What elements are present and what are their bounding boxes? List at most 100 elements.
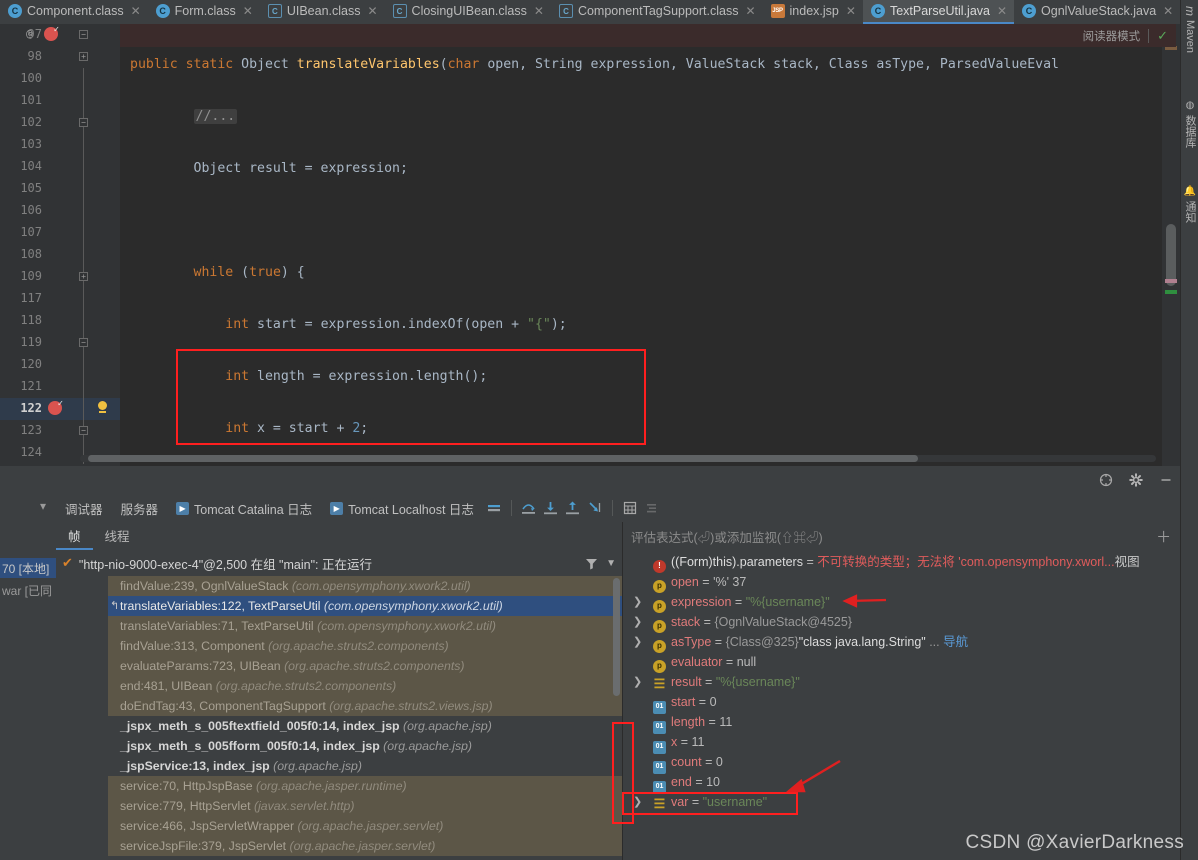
stack-frame[interactable]: service:466, JspServletWrapper (org.apac… (108, 816, 670, 836)
run-to-cursor-icon[interactable] (584, 497, 606, 519)
stack-frame[interactable]: service:70, HttpJspBase (org.apache.jasp… (108, 776, 670, 796)
variable-row-open[interactable]: p open = '%' 37 (623, 572, 1198, 593)
stack-frame[interactable]: end:481, UIBean (org.apache.struts2.comp… (108, 676, 670, 696)
variables-list[interactable]: ! ((Form)this).parameters = 不可转换的类型；无法将 '… (623, 552, 1198, 812)
editor-tab-form-class[interactable]: C Form.class ✕ (148, 0, 260, 24)
stack-frame[interactable]: findValue:313, Component (org.apache.str… (108, 636, 670, 656)
editor-tab-index-jsp[interactable]: JSP index.jsp ✕ (763, 0, 863, 24)
breakpoint-icon[interactable] (44, 25, 59, 41)
chevron-right-icon[interactable]: ❯ (633, 672, 642, 692)
editor-hscroll-thumb[interactable] (88, 455, 918, 462)
stack-frame[interactable]: doEndTag:43, ComponentTagSupport (org.ap… (108, 696, 670, 716)
variable-row-evaluator[interactable]: p evaluator = null (623, 652, 1198, 673)
evaluate-expression-bar[interactable]: 评估表达式(⏎)或添加监视(⇧⌘⏎) ＋ ▼ (623, 522, 1198, 550)
chevron-down-icon[interactable]: ▼ (606, 558, 616, 569)
variable-row-result[interactable]: ❯ ☰ result = "%{username}" (623, 672, 1198, 692)
step-out-icon[interactable] (562, 497, 584, 519)
step-over-icon[interactable] (518, 497, 540, 519)
code-editor[interactable]: 97@− 98+ 100 101 102− 103 104 105 106 10… (0, 24, 1180, 466)
stack-frame[interactable]: findValue:239, OgnlValueStack (com.opens… (108, 576, 670, 596)
fold-collapse-icon[interactable]: − (79, 118, 88, 127)
variable-row-count[interactable]: 01 count = 0 (623, 752, 1198, 774)
tab-tomcat-localhost-log[interactable]: ▶ Tomcat Localhost 日志 (321, 494, 483, 522)
variable-row-var[interactable]: ❯ ☰ var = "username" (623, 792, 1198, 812)
editor-gutter[interactable]: 97@− 98+ 100 101 102− 103 104 105 106 10… (0, 24, 120, 466)
editor-scrollbar-thumb[interactable] (1166, 224, 1176, 286)
variable-row-start[interactable]: 01 start = 0 (623, 692, 1198, 714)
target-icon[interactable] (1096, 470, 1116, 490)
variable-row-end[interactable]: 01 end = 10 (623, 772, 1198, 794)
plus-icon[interactable]: ＋ (1156, 526, 1171, 547)
tool-tab-database[interactable]: ◍ 数据库 (1181, 100, 1198, 170)
stack-frame[interactable]: evaluateParams:723, UIBean (org.apache.s… (108, 656, 670, 676)
tab-tomcat-catalina-log[interactable]: ▶ Tomcat Catalina 日志 (167, 494, 321, 522)
thread-selector-row[interactable]: ✔ "http-nio-9000-exec-4"@2,500 在组 "main"… (56, 550, 622, 576)
variable-row-stack[interactable]: ❯ p stack = {OgnlValueStack@4525} (623, 612, 1198, 633)
navigate-link[interactable]: 导航 (943, 635, 968, 649)
show-execution-point-icon[interactable] (483, 497, 505, 519)
stack-frame[interactable]: _jspService:13, index_jsp (org.apache.js… (108, 756, 670, 776)
close-icon[interactable]: ✕ (243, 4, 253, 18)
view-link[interactable]: 视图 (1115, 555, 1140, 569)
stack-frame[interactable]: translateVariables:71, TextParseUtil (co… (108, 616, 670, 636)
mute-breakpoints-icon[interactable] (641, 497, 663, 519)
editor-scrollbar-rail[interactable] (1162, 24, 1180, 466)
left-rail-dropdown[interactable]: ▾ (0, 496, 56, 516)
editor-tab-componenttagsupport-class[interactable]: C ComponentTagSupport.class ✕ (551, 0, 763, 24)
evaluate-expression-icon[interactable] (619, 497, 641, 519)
editor-tab-component-class[interactable]: C Component.class ✕ (0, 0, 148, 24)
code-text-area[interactable]: public static Object translateVariables(… (120, 24, 1162, 466)
variable-row-parameters[interactable]: ! ((Form)this).parameters = 不可转换的类型；无法将 '… (623, 552, 1198, 573)
fold-expand-icon[interactable]: + (79, 272, 88, 281)
fold-collapse-icon[interactable]: − (79, 30, 88, 39)
close-icon[interactable]: ✕ (367, 4, 377, 18)
stack-frame[interactable]: serviceJspFile:379, JspServlet (org.apac… (108, 836, 670, 856)
stack-frame[interactable]: _jspx_meth_s_005ftextfield_005f0:14, ind… (108, 716, 670, 736)
call-stack-scrollbar[interactable] (613, 578, 620, 696)
left-project-rail[interactable]: ▾ 70 [本地] war [已同 (0, 494, 56, 860)
tab-debugger[interactable]: 调试器 (56, 494, 112, 522)
close-icon[interactable]: ✕ (846, 4, 856, 18)
editor-tab-uibean-class[interactable]: C UIBean.class ✕ (260, 0, 385, 24)
close-icon[interactable]: ✕ (534, 4, 544, 18)
close-icon[interactable]: ✕ (745, 4, 755, 18)
variable-row-length[interactable]: 01 length = 11 (623, 712, 1198, 734)
fold-collapse-icon[interactable]: − (79, 426, 88, 435)
chevron-right-icon[interactable]: ❯ (633, 592, 642, 612)
chevron-right-icon[interactable]: ❯ (633, 612, 642, 632)
chevron-right-icon[interactable]: ❯ (633, 632, 642, 652)
variable-row-expression[interactable]: ❯ p expression = "%{username}" (623, 592, 1198, 613)
chevron-right-icon[interactable]: ❯ (633, 792, 642, 812)
step-into-icon[interactable] (540, 497, 562, 519)
variable-row-x[interactable]: 01 x = 11 (623, 732, 1198, 754)
stack-frame-selected[interactable]: ↰ translateVariables:122, TextParseUtil … (108, 596, 670, 616)
left-rail-item-war[interactable]: war [已同 (0, 580, 56, 600)
stack-frame[interactable]: _jspx_meth_s_005fform_005f0:14, index_js… (108, 736, 670, 756)
tab-threads[interactable]: 线程 (93, 522, 142, 550)
close-icon[interactable]: ✕ (131, 4, 141, 18)
minimize-icon[interactable] (1156, 470, 1176, 490)
stack-frame[interactable]: service:779, HttpServlet (javax.servlet.… (108, 796, 670, 816)
tool-tab-notifications[interactable]: 🔔 通知 (1181, 185, 1198, 247)
intention-bulb-icon[interactable] (96, 401, 108, 415)
editor-tab-closinguibean-class[interactable]: C ClosingUIBean.class ✕ (385, 0, 551, 24)
fold-expand-icon[interactable]: + (79, 52, 88, 61)
tab-server[interactable]: 服务器 (112, 494, 168, 522)
left-rail-item-local[interactable]: 70 [本地] (0, 558, 56, 578)
editor-tab-ognlvaluestack-java[interactable]: C OgnlValueStack.java ✕ (1014, 0, 1180, 24)
call-stack-list[interactable]: findValue:239, OgnlValueStack (com.opens… (108, 576, 670, 860)
close-icon[interactable]: ✕ (997, 4, 1007, 18)
gear-icon[interactable] (1126, 470, 1146, 490)
check-icon[interactable]: ✓ (1157, 28, 1168, 44)
chevron-down-icon[interactable]: ▾ (40, 499, 46, 513)
tab-frames[interactable]: 帧 (56, 522, 93, 550)
fold-collapse-icon[interactable]: − (79, 338, 88, 347)
filter-icon[interactable] (585, 557, 598, 570)
tool-tab-maven[interactable]: m Maven (1181, 6, 1198, 86)
variable-row-astype[interactable]: ❯ p asType = {Class@325}"class java.lang.S… (623, 632, 1198, 653)
editor-tab-textparseutil-java[interactable]: C TextParseUtil.java ✕ (862, 0, 1015, 24)
close-icon[interactable]: ✕ (1163, 4, 1173, 18)
reader-mode-toggle[interactable]: 阅读器模式 ✓ (1074, 24, 1176, 47)
run-icon: ▶ (330, 501, 344, 515)
breakpoint-icon[interactable] (48, 399, 63, 415)
